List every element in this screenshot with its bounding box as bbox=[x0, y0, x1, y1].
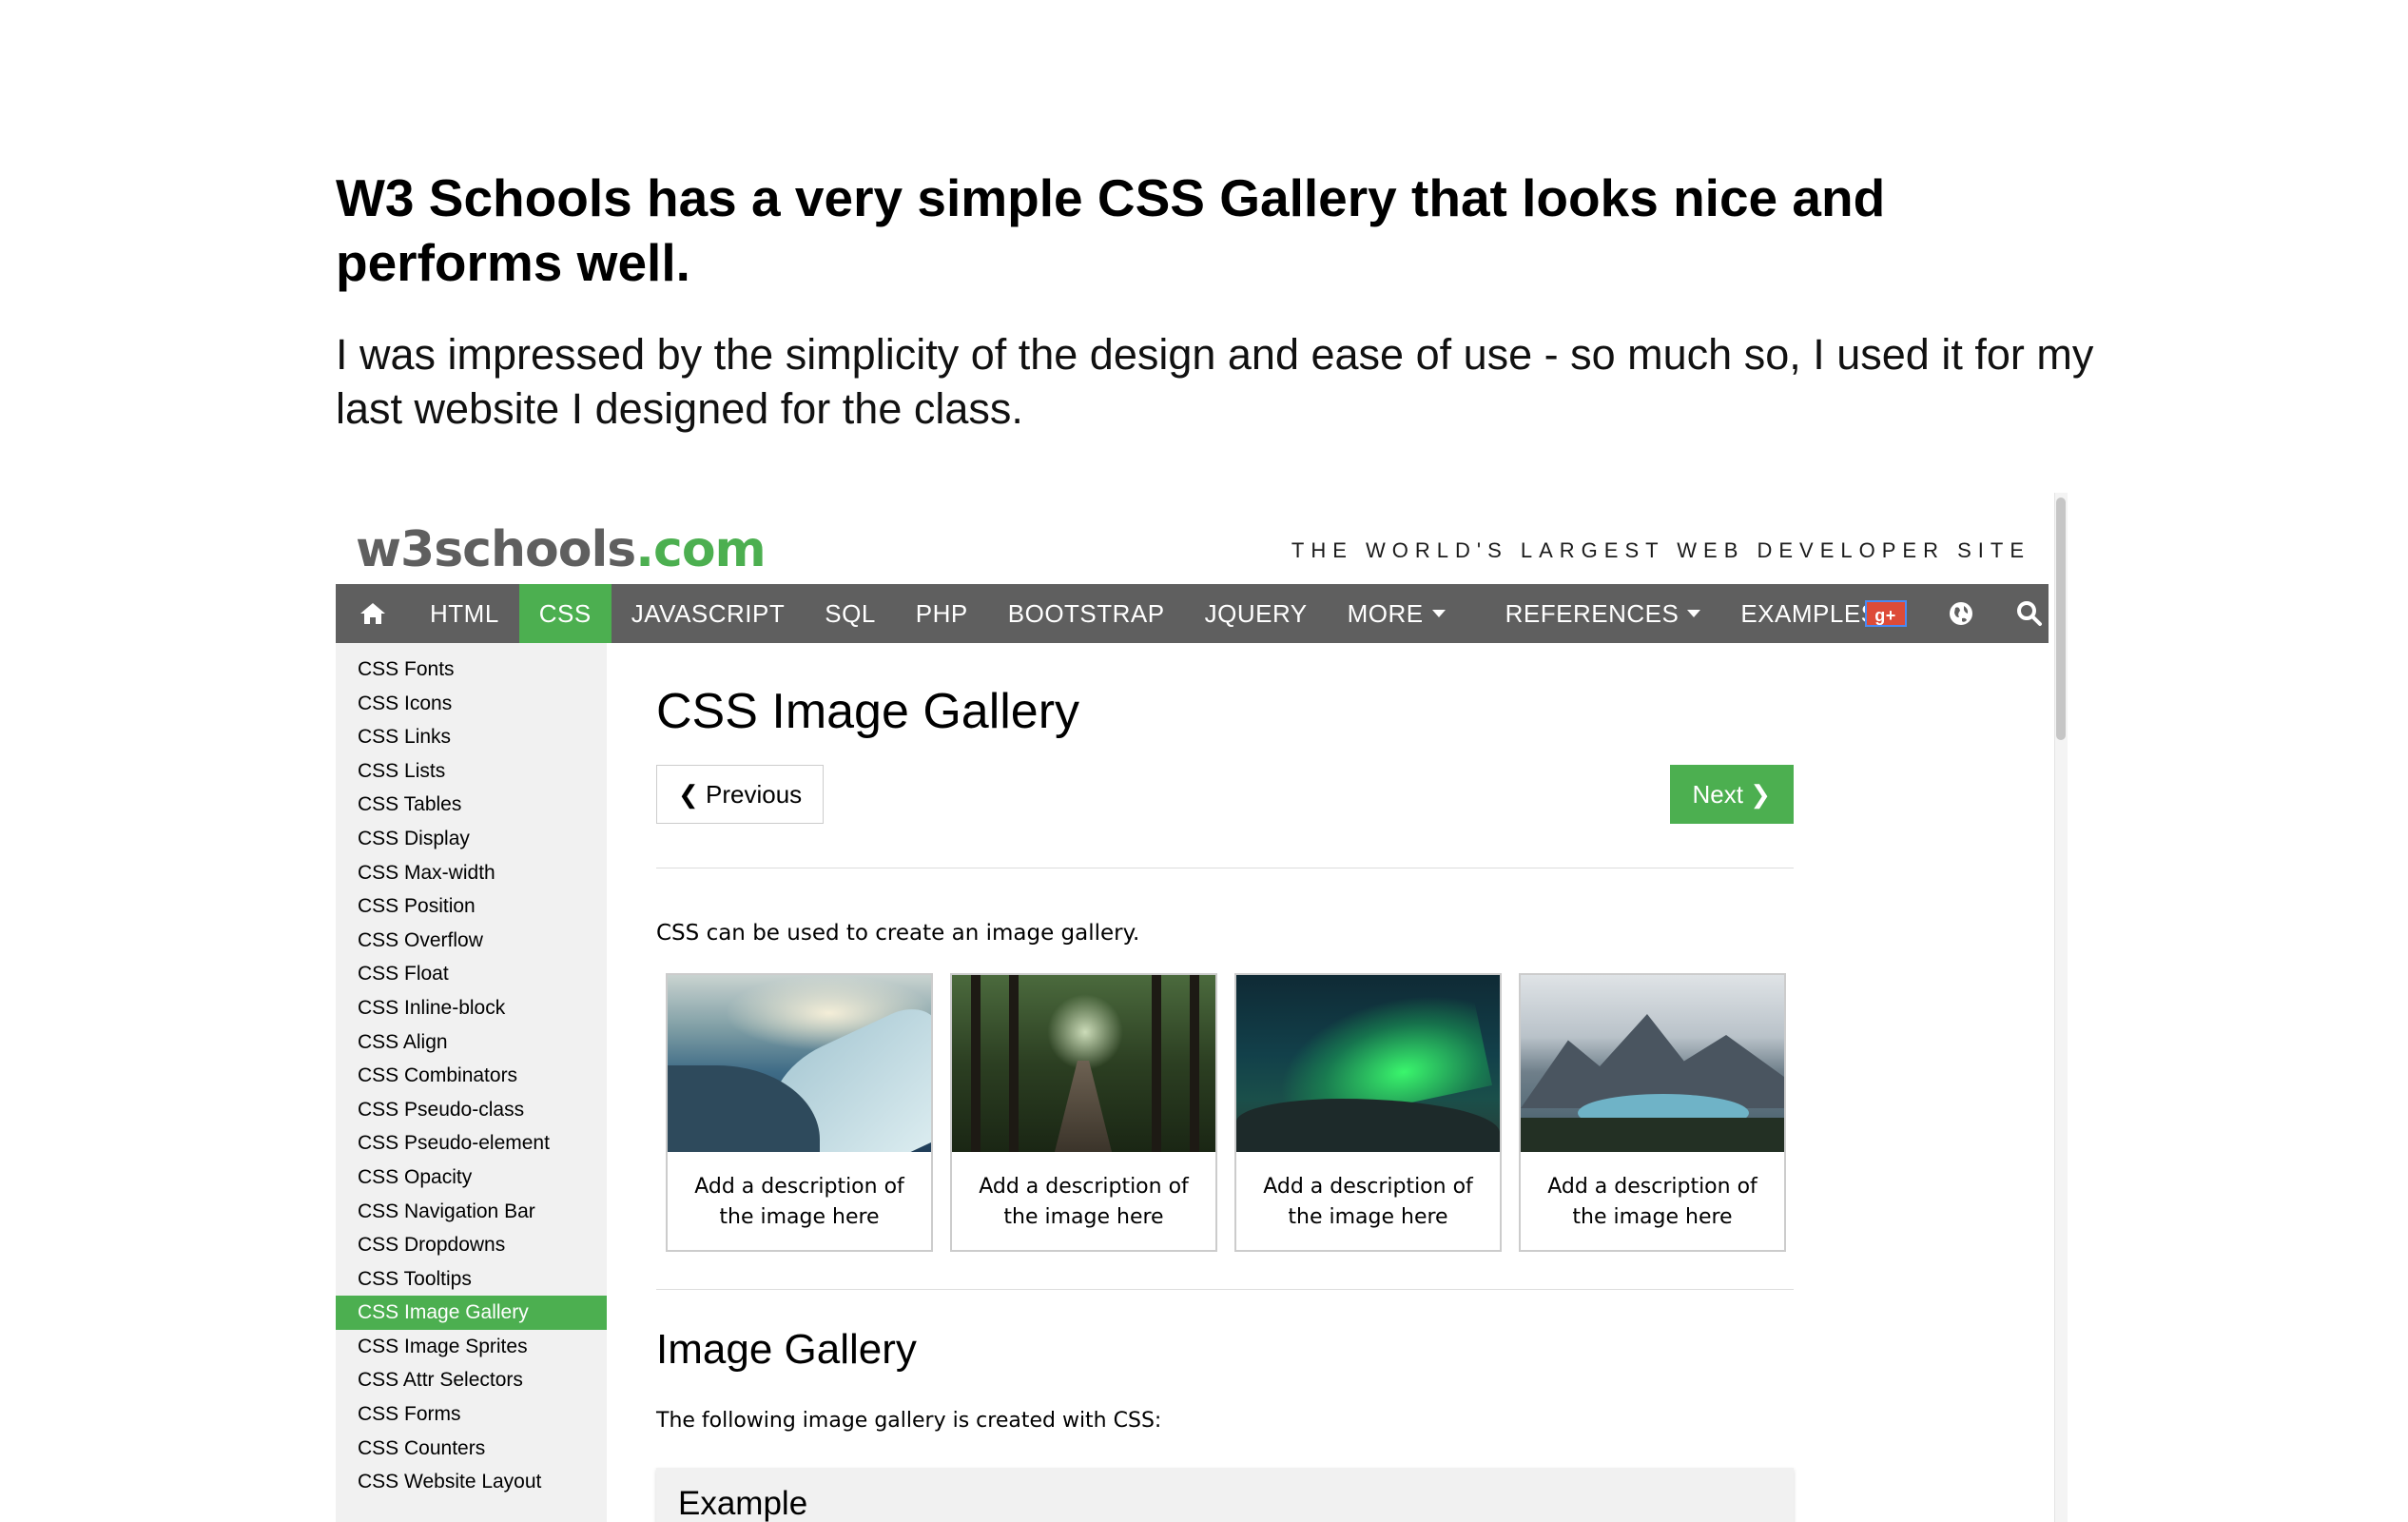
nav-css[interactable]: CSS bbox=[518, 584, 612, 643]
nav-javascript-label: JAVASCRIPT bbox=[631, 598, 786, 628]
nav-bootstrap-label: BOOTSTRAP bbox=[1007, 598, 1165, 628]
article-heading: W3 Schools has a very simple CSS Gallery… bbox=[336, 168, 1886, 292]
nav-sql[interactable]: SQL bbox=[805, 584, 896, 643]
sidebar-item-css-opacity[interactable]: CSS Opacity bbox=[336, 1161, 607, 1195]
sidebar-item-css-counters[interactable]: CSS Counters bbox=[336, 1432, 607, 1466]
sidebar-item-css-fonts[interactable]: CSS Fonts bbox=[336, 653, 607, 687]
image-gallery: Add a description of the image here Add … bbox=[666, 973, 1786, 1252]
gallery-item[interactable]: Add a description of the image here bbox=[666, 973, 933, 1252]
previous-button[interactable]: ❮ Previous bbox=[656, 765, 825, 824]
sidebar-item-css-pseudo-element[interactable]: CSS Pseudo-element bbox=[336, 1126, 607, 1161]
sidebar-item-css-icons[interactable]: CSS Icons bbox=[336, 687, 607, 721]
nav-more[interactable]: MORE bbox=[1328, 584, 1486, 643]
nav-php[interactable]: PHP bbox=[896, 584, 988, 643]
home-icon[interactable] bbox=[336, 584, 410, 643]
sidebar-item-css-tables[interactable]: CSS Tables bbox=[336, 788, 607, 822]
divider bbox=[656, 1289, 1794, 1290]
gallery-image-mountains[interactable] bbox=[1521, 975, 1784, 1152]
article-intro: I was impressed by the simplicity of the… bbox=[336, 330, 2094, 433]
gallery-image-forest[interactable] bbox=[952, 975, 1215, 1152]
main-content: CSS Image Gallery ❮ Previous Next ❯ CSS … bbox=[656, 643, 1794, 1522]
nav-javascript[interactable]: JAVASCRIPT bbox=[612, 584, 806, 643]
nav-references[interactable]: REFERENCES bbox=[1486, 584, 1721, 643]
section-title: Image Gallery bbox=[656, 1326, 917, 1373]
caret-down-icon bbox=[1687, 610, 1701, 617]
scrollbar-thumb[interactable] bbox=[2056, 498, 2066, 740]
search-icon[interactable] bbox=[1995, 584, 2055, 643]
sidebar-item-css-position[interactable]: CSS Position bbox=[336, 889, 607, 924]
gallery-description: Add a description of the image here bbox=[979, 1174, 1189, 1229]
sidebar-item-css-display[interactable]: CSS Display bbox=[336, 822, 607, 856]
sidebar-item-css-image-sprites[interactable]: CSS Image Sprites bbox=[336, 1330, 607, 1364]
sidebar-item-css-max-width[interactable]: CSS Max-width bbox=[336, 856, 607, 890]
nav-html-label: HTML bbox=[430, 598, 499, 628]
gallery-item[interactable]: Add a description of the image here bbox=[1519, 973, 1786, 1252]
embedded-screenshot: w3schools.com THE WORLD'S LARGEST WEB DE… bbox=[336, 493, 2054, 1522]
nav-sql-label: SQL bbox=[825, 598, 876, 628]
gallery-image-fjord[interactable] bbox=[668, 975, 931, 1152]
sidebar-item-css-navigation-bar[interactable]: CSS Navigation Bar bbox=[336, 1195, 607, 1229]
nav-jquery[interactable]: JQUERY bbox=[1185, 584, 1328, 643]
gallery-image-aurora[interactable] bbox=[1236, 975, 1500, 1152]
nav-references-label: REFERENCES bbox=[1505, 598, 1680, 628]
sidebar-item-css-overflow[interactable]: CSS Overflow bbox=[336, 924, 607, 958]
nav-jquery-label: JQUERY bbox=[1204, 598, 1308, 628]
logo-main: w3schools bbox=[356, 521, 636, 578]
gallery-description: Add a description of the image here bbox=[694, 1174, 904, 1229]
sidebar-item-css-website-layout[interactable]: CSS Website Layout bbox=[336, 1465, 607, 1499]
sidebar-item-css-lists[interactable]: CSS Lists bbox=[336, 754, 607, 789]
sidebar-item-css-align[interactable]: CSS Align bbox=[336, 1025, 607, 1060]
sidebar-item-css-combinators[interactable]: CSS Combinators bbox=[336, 1059, 607, 1093]
google-plus-icon[interactable]: g+ bbox=[1864, 600, 1907, 627]
nav-css-label: CSS bbox=[538, 598, 592, 628]
example-box: Example bbox=[656, 1468, 1794, 1522]
sidebar-item-css-dropdowns[interactable]: CSS Dropdowns bbox=[336, 1228, 607, 1262]
gallery-item[interactable]: Add a description of the image here bbox=[950, 973, 1217, 1252]
page-title: CSS Image Gallery bbox=[656, 684, 1080, 739]
w3schools-logo[interactable]: w3schools.com bbox=[356, 521, 767, 578]
section-text: The following image gallery is created w… bbox=[656, 1409, 1162, 1433]
sidebar-item-css-inline-block[interactable]: CSS Inline-block bbox=[336, 991, 607, 1025]
caret-down-icon bbox=[1431, 610, 1446, 617]
intro-text: CSS can be used to create an image galle… bbox=[656, 921, 1140, 946]
nav-more-label: MORE bbox=[1347, 598, 1424, 628]
sidebar-item-css-links[interactable]: CSS Links bbox=[336, 720, 607, 754]
gallery-item[interactable]: Add a description of the image here bbox=[1234, 973, 1502, 1252]
globe-icon[interactable] bbox=[1927, 584, 1995, 643]
top-navigation: HTML CSS JAVASCRIPT SQL PHP BOOTSTRAP JQ… bbox=[336, 584, 2049, 643]
nav-bootstrap[interactable]: BOOTSTRAP bbox=[988, 584, 1185, 643]
nav-examples-label: EXAMPLES bbox=[1740, 598, 1878, 628]
example-title: Example bbox=[678, 1485, 808, 1522]
nav-examples[interactable]: EXAMPLES g+ bbox=[1720, 584, 1926, 643]
sidebar-item-css-forms[interactable]: CSS Forms bbox=[336, 1397, 607, 1432]
site-tagline: THE WORLD'S LARGEST WEB DEVELOPER SITE bbox=[1291, 538, 2030, 562]
sidebar-item-css-tooltips[interactable]: CSS Tooltips bbox=[336, 1262, 607, 1297]
sidebar-item-css-image-gallery[interactable]: CSS Image Gallery bbox=[336, 1296, 607, 1330]
sidebar-item-css-float[interactable]: CSS Float bbox=[336, 957, 607, 991]
gallery-description: Add a description of the image here bbox=[1547, 1174, 1757, 1229]
gallery-description: Add a description of the image here bbox=[1263, 1174, 1473, 1229]
next-button[interactable]: Next ❯ bbox=[1669, 765, 1794, 824]
nav-html[interactable]: HTML bbox=[410, 584, 519, 643]
sidebar-item-css-pseudo-class[interactable]: CSS Pseudo-class bbox=[336, 1093, 607, 1127]
sidebar-item-css-attr-selectors[interactable]: CSS Attr Selectors bbox=[336, 1363, 607, 1397]
sidebar: CSS Fonts CSS Icons CSS Links CSS Lists … bbox=[336, 643, 607, 1522]
nav-php-label: PHP bbox=[915, 598, 968, 628]
logo-suffix: .com bbox=[635, 521, 766, 578]
